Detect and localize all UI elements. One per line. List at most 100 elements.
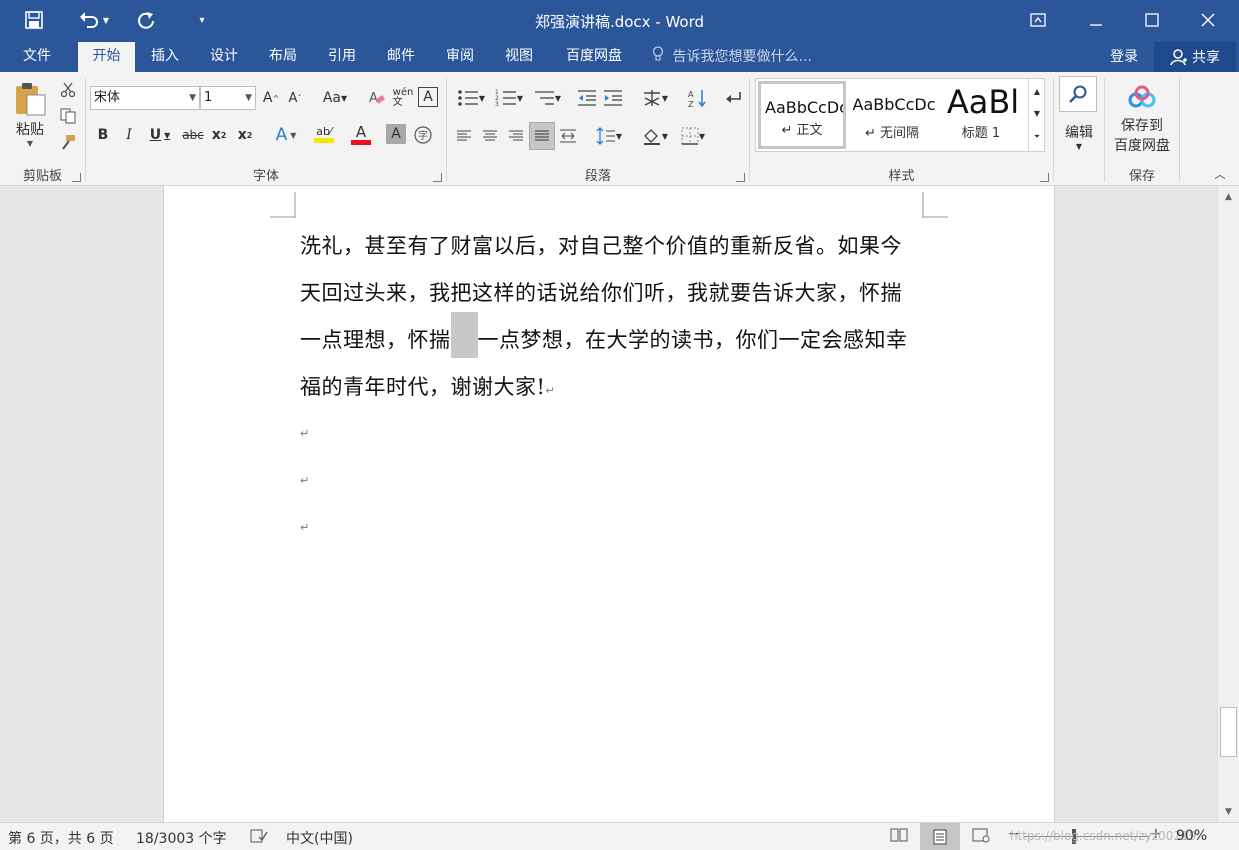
margin-corner-left bbox=[270, 192, 296, 218]
justify-icon[interactable] bbox=[529, 122, 555, 150]
decrease-indent-icon[interactable] bbox=[575, 86, 599, 110]
align-right-icon[interactable] bbox=[505, 124, 527, 148]
bold-icon[interactable]: B bbox=[92, 124, 114, 146]
style-no-spacing-name: ↵ 无间隔 bbox=[864, 126, 920, 141]
login-button[interactable]: 登录 bbox=[1110, 46, 1138, 66]
strikethrough-icon[interactable]: abc bbox=[180, 124, 206, 146]
style-no-spacing[interactable]: AaBbCcDc ↵ 无间隔 bbox=[848, 81, 936, 149]
tab-file[interactable]: 文件 bbox=[8, 42, 66, 72]
ribbon-display-options-icon[interactable] bbox=[1010, 0, 1066, 40]
text-effects-icon[interactable]: A ▼ bbox=[270, 124, 302, 146]
scroll-up-icon[interactable]: ▲ bbox=[1220, 189, 1237, 205]
tab-mailings[interactable]: 邮件 bbox=[374, 42, 428, 72]
maximize-icon[interactable] bbox=[1124, 0, 1180, 40]
change-case-icon[interactable]: Aa ▼ bbox=[318, 87, 352, 109]
style-heading-1-name: 标题 1 bbox=[961, 126, 1001, 141]
bullets-icon[interactable]: ▼ bbox=[453, 86, 489, 110]
text-line-2: 天回过头来，我把这样的话说给你们听，我就要告诉大家，怀揣 bbox=[300, 281, 902, 305]
multilevel-list-icon[interactable]: ▼ bbox=[529, 86, 565, 110]
text-line-3: 一点理想，怀揣 一点梦想，在大学的读书，你们一定会感知幸 bbox=[300, 311, 908, 358]
save-group: 保存到 百度网盘 保存 bbox=[1105, 72, 1179, 186]
numbering-icon[interactable]: 1 2 3 ▼ bbox=[491, 86, 527, 110]
align-center-icon[interactable] bbox=[479, 124, 501, 148]
share-button[interactable]: 共享 bbox=[1154, 42, 1236, 72]
increase-indent-icon[interactable] bbox=[601, 86, 625, 110]
paste-button[interactable]: 粘贴 ▼ bbox=[10, 78, 50, 150]
tab-layout[interactable]: 布局 bbox=[256, 42, 310, 72]
clipboard-launcher-icon[interactable] bbox=[72, 173, 81, 182]
character-shading-icon[interactable]: A bbox=[386, 124, 406, 144]
tab-references[interactable]: 引用 bbox=[315, 42, 369, 72]
style-normal[interactable]: AaBbCcDc ↵ 正文 bbox=[758, 81, 846, 149]
print-layout-icon[interactable] bbox=[920, 823, 960, 850]
style-heading-1[interactable]: AaBl 标题 1 bbox=[938, 81, 1024, 149]
styles-launcher-icon[interactable] bbox=[1040, 173, 1049, 182]
font-launcher-icon[interactable] bbox=[433, 173, 442, 182]
paragraph-launcher-icon[interactable] bbox=[736, 173, 745, 182]
language[interactable]: 中文(中国) bbox=[286, 828, 353, 848]
font-name-combo[interactable]: 宋体 ▼ bbox=[90, 86, 200, 110]
subscript-icon[interactable]: x2 bbox=[208, 124, 230, 146]
chinese-layout-icon[interactable]: ▼ bbox=[637, 86, 673, 110]
proofing-icon[interactable] bbox=[250, 828, 268, 848]
cut-icon[interactable] bbox=[58, 80, 78, 100]
styles-up-icon[interactable]: ▲ bbox=[1029, 81, 1045, 101]
grow-font-icon[interactable]: A ^ bbox=[260, 87, 282, 109]
scroll-down-icon[interactable]: ▼ bbox=[1220, 804, 1237, 820]
scroll-thumb[interactable] bbox=[1220, 707, 1237, 757]
borders-icon[interactable]: ▼ bbox=[675, 124, 711, 148]
shading-icon[interactable]: ▼ bbox=[637, 124, 673, 148]
tab-home[interactable]: 开始 bbox=[78, 42, 135, 72]
close-icon[interactable] bbox=[1180, 0, 1236, 40]
read-mode-icon[interactable] bbox=[890, 827, 908, 847]
word-count[interactable]: 18/3003 个字 bbox=[136, 828, 227, 848]
text-line-4-text: 福的青年时代，谢谢大家! bbox=[300, 375, 546, 399]
tell-me-search[interactable]: 告诉我您想要做什么... bbox=[652, 46, 812, 68]
show-hide-marks-icon[interactable] bbox=[721, 86, 745, 110]
copy-icon[interactable] bbox=[58, 106, 78, 126]
save-group-label: 保存 bbox=[1128, 169, 1155, 184]
phonetic-guide-icon[interactable]: wén 文 bbox=[392, 87, 414, 109]
tab-review[interactable]: 审阅 bbox=[433, 42, 487, 72]
document-page[interactable]: 洗礼，甚至有了财富以后，对自己整个价值的重新反省。如果今 天回过头来，我把这样的… bbox=[163, 186, 1055, 822]
paragraph-mark: ↵ bbox=[545, 384, 556, 397]
clear-formatting-icon[interactable]: A bbox=[366, 87, 388, 109]
italic-icon[interactable]: I bbox=[118, 124, 140, 146]
font-size-combo[interactable]: 1 ▼ bbox=[200, 86, 256, 110]
svg-text:A: A bbox=[688, 90, 694, 99]
underline-icon[interactable]: U ▼ bbox=[144, 124, 176, 146]
text-line-4: 福的青年时代，谢谢大家!↵ bbox=[300, 371, 555, 401]
web-layout-icon[interactable] bbox=[972, 827, 990, 847]
format-painter-icon[interactable] bbox=[58, 132, 78, 152]
vertical-scrollbar[interactable]: ▲ ▼ bbox=[1217, 186, 1239, 822]
style-normal-sample: AaBbCcDc bbox=[765, 98, 843, 117]
paste-icon bbox=[16, 82, 46, 115]
shrink-font-icon[interactable]: Aˇ bbox=[284, 87, 306, 109]
minimize-icon[interactable] bbox=[1068, 0, 1124, 40]
font-color-icon[interactable]: A bbox=[344, 120, 378, 148]
tab-design[interactable]: 设计 bbox=[197, 42, 251, 72]
styles-more-icon[interactable]: ⏷ bbox=[1029, 127, 1045, 147]
share-label: 共享 bbox=[1192, 50, 1220, 66]
collapse-ribbon-icon[interactable]: ︿ bbox=[1210, 166, 1230, 182]
lightbulb-icon bbox=[652, 46, 668, 65]
editing-button[interactable]: 编辑 ▼ bbox=[1054, 118, 1104, 154]
page-count[interactable]: 第 6 页，共 6 页 bbox=[8, 828, 114, 848]
highlight-color-icon[interactable]: ab⁄ bbox=[306, 120, 342, 148]
align-left-icon[interactable] bbox=[453, 124, 475, 148]
character-border-icon[interactable]: A bbox=[418, 87, 438, 107]
svg-text:3: 3 bbox=[495, 101, 499, 107]
tab-insert[interactable]: 插入 bbox=[138, 42, 192, 72]
distributed-icon[interactable] bbox=[557, 124, 579, 148]
line-spacing-icon[interactable]: ▼ bbox=[591, 124, 627, 148]
zoom-level[interactable]: 90% bbox=[1176, 828, 1207, 844]
superscript-icon[interactable]: x2 bbox=[234, 124, 256, 146]
save-to-baidu-button[interactable]: 保存到 百度网盘 bbox=[1107, 78, 1177, 162]
paste-label: 粘贴 bbox=[16, 121, 44, 138]
styles-down-icon[interactable]: ▼ bbox=[1029, 103, 1045, 123]
sort-icon[interactable]: AZ bbox=[685, 86, 709, 110]
tab-view[interactable]: 视图 bbox=[492, 42, 546, 72]
tab-baidu-netdisk[interactable]: 百度网盘 bbox=[556, 42, 632, 72]
find-icon[interactable] bbox=[1059, 76, 1097, 112]
enclose-characters-icon[interactable]: 字 bbox=[412, 124, 434, 146]
